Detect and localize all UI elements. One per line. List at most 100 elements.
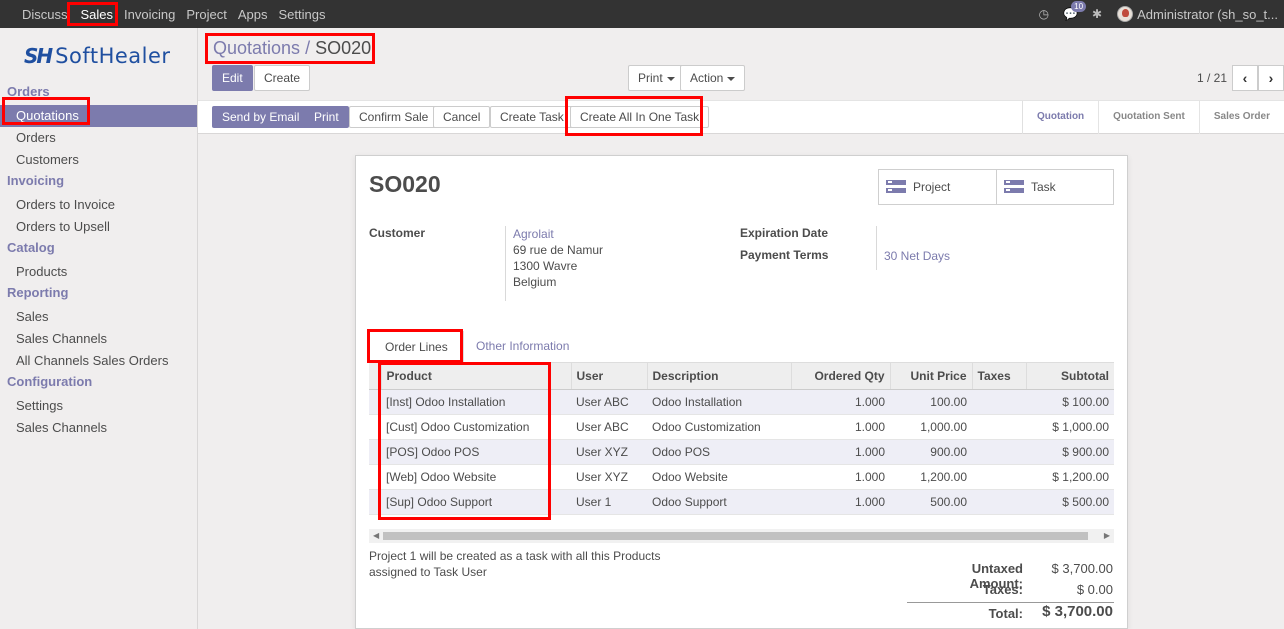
pager-next-button[interactable]: › xyxy=(1258,65,1284,91)
print-dropdown[interactable]: Print xyxy=(628,65,685,91)
scroll-left-icon[interactable]: ◀ xyxy=(373,529,379,543)
cell-description: Odoo POS xyxy=(647,439,791,465)
systray: ◷ 💬 10 ✱ Administrator (sh_so_t... xyxy=(1032,0,1284,28)
cell-taxes xyxy=(972,439,1026,465)
sidebar-item-settings[interactable]: Settings xyxy=(0,395,197,417)
user-menu[interactable]: Administrator (sh_so_t... xyxy=(1137,7,1284,22)
tab-other-information[interactable]: Other Information xyxy=(461,331,584,363)
create-task-button[interactable]: Create Task xyxy=(490,106,574,128)
sidebar: SH SoftHealer Orders Quotations Orders C… xyxy=(0,28,198,629)
sidebar-section-catalog: Catalog xyxy=(7,240,55,255)
horizontal-scrollbar[interactable]: ◀ ▶ xyxy=(369,529,1114,543)
row-handle xyxy=(369,389,381,415)
sidebar-item-quotations[interactable]: Quotations xyxy=(0,105,197,127)
untaxed-amount-value: $ 3,700.00 xyxy=(1051,561,1113,576)
edit-button[interactable]: Edit xyxy=(212,65,253,91)
task-icon xyxy=(1004,180,1024,194)
table-row[interactable]: [Sup] Odoo Support User 1 Odoo Support 1… xyxy=(369,489,1114,515)
cell-product: [Cust] Odoo Customization xyxy=(381,414,571,440)
stage-indicator: Quotation Quotation Sent Sales Order xyxy=(1021,101,1284,134)
cell-subtotal: $ 100.00 xyxy=(1026,389,1114,415)
confirm-sale-button[interactable]: Confirm Sale xyxy=(349,106,439,128)
sidebar-item-products[interactable]: Products xyxy=(0,261,197,283)
company-logo: SH SoftHealer xyxy=(24,43,171,69)
menu-invoicing[interactable]: Invoicing xyxy=(119,7,181,22)
cell-unit-price: 1,200.00 xyxy=(890,464,972,490)
avatar[interactable] xyxy=(1117,6,1134,22)
field-divider xyxy=(876,226,877,270)
cell-description: Odoo Support xyxy=(647,489,791,515)
app-menu: Discuss Sales Invoicing Project Apps Set… xyxy=(0,0,331,28)
sidebar-item-orders-to-upsell[interactable]: Orders to Upsell xyxy=(0,216,197,238)
cell-unit-price: 500.00 xyxy=(890,489,972,515)
menu-project[interactable]: Project xyxy=(181,7,232,22)
messages-icon[interactable]: 💬 10 xyxy=(1063,1,1087,21)
table-row[interactable]: [Inst] Odoo Installation User ABC Odoo I… xyxy=(369,389,1114,415)
cell-unit-price: 1,000.00 xyxy=(890,414,972,440)
activity-clock-icon[interactable]: ◷ xyxy=(1039,7,1049,21)
cell-user: User 1 xyxy=(571,489,647,515)
stage-sales-order[interactable]: Sales Order xyxy=(1198,101,1284,134)
column-description[interactable]: Description xyxy=(646,363,791,390)
cell-qty: 1.000 xyxy=(791,464,890,490)
send-by-email-button[interactable]: Send by Email xyxy=(212,106,310,128)
stage-quotation-sent[interactable]: Quotation Sent xyxy=(1098,101,1199,134)
sidebar-item-sales[interactable]: Sales xyxy=(0,306,197,328)
menu-apps[interactable]: Apps xyxy=(233,7,274,22)
scroll-thumb[interactable] xyxy=(383,532,1088,540)
sidebar-item-orders[interactable]: Orders xyxy=(0,127,197,149)
sidebar-item-config-sales-channels[interactable]: Sales Channels xyxy=(0,417,197,439)
breadcrumb-quotations[interactable]: Quotations xyxy=(213,38,300,58)
create-button[interactable]: Create xyxy=(254,65,311,91)
menu-settings[interactable]: Settings xyxy=(273,7,331,22)
table-row[interactable]: [Web] Odoo Website User XYZ Odoo Website… xyxy=(369,464,1114,490)
print-button[interactable]: Print xyxy=(304,106,349,128)
scroll-right-icon[interactable]: ▶ xyxy=(1104,529,1110,543)
stage-quotation[interactable]: Quotation xyxy=(1023,101,1098,134)
column-user[interactable]: User xyxy=(570,363,647,390)
column-ordered-qty[interactable]: Ordered Qty xyxy=(790,363,890,390)
cell-qty: 1.000 xyxy=(791,414,890,440)
menu-discuss[interactable]: Discuss xyxy=(0,7,76,22)
sidebar-item-customers[interactable]: Customers xyxy=(0,149,197,171)
action-dropdown[interactable]: Action xyxy=(680,65,746,91)
cell-subtotal: $ 900.00 xyxy=(1026,439,1114,465)
sidebar-nav: Orders Quotations Orders Customers Invoi… xyxy=(0,82,197,439)
cell-user: User ABC xyxy=(571,389,647,415)
create-all-in-one-task-button[interactable]: Create All In One Task xyxy=(570,106,710,128)
row-handle xyxy=(369,439,381,465)
row-handle xyxy=(369,414,381,440)
cell-qty: 1.000 xyxy=(791,489,890,515)
cell-unit-price: 100.00 xyxy=(890,389,972,415)
menu-sales[interactable]: Sales xyxy=(76,7,120,22)
column-subtotal[interactable]: Subtotal xyxy=(1025,363,1114,390)
column-unit-price[interactable]: Unit Price xyxy=(889,363,972,390)
cell-user: User XYZ xyxy=(571,439,647,465)
sidebar-section-invoicing: Invoicing xyxy=(7,173,65,188)
column-product[interactable]: Product xyxy=(380,363,571,390)
notebook-tabs: Order Lines Other Information xyxy=(369,331,1114,363)
breadcrumb-separator: / xyxy=(305,38,311,58)
cancel-button[interactable]: Cancel xyxy=(433,106,491,128)
payment-terms-value[interactable]: 30 Net Days xyxy=(884,248,950,264)
debug-bug-icon[interactable]: ✱ xyxy=(1092,7,1102,21)
column-taxes[interactable]: Taxes xyxy=(971,363,1026,390)
table-row[interactable]: [Cust] Odoo Customization User ABC Odoo … xyxy=(369,414,1114,440)
total-value: $ 3,700.00 xyxy=(1042,603,1113,620)
handle-column xyxy=(369,363,381,390)
sidebar-item-all-channels-sales-orders[interactable]: All Channels Sales Orders xyxy=(0,350,197,372)
project-smart-button[interactable]: Project xyxy=(878,169,997,205)
customer-link[interactable]: Agrolait xyxy=(513,226,554,242)
tab-order-lines[interactable]: Order Lines xyxy=(369,331,464,363)
project-smart-label: Project xyxy=(913,180,951,194)
pager-previous-button[interactable]: ‹ xyxy=(1232,65,1258,91)
breadcrumb: Quotations / SO020 xyxy=(213,38,371,59)
table-row[interactable]: [POS] Odoo POS User XYZ Odoo POS 1.000 9… xyxy=(369,439,1114,465)
task-smart-button[interactable]: Task xyxy=(996,169,1114,205)
sidebar-section-orders: Orders xyxy=(7,84,50,99)
customer-label: Customer xyxy=(369,226,426,240)
sidebar-item-sales-channels[interactable]: Sales Channels xyxy=(0,328,197,350)
sidebar-item-orders-to-invoice[interactable]: Orders to Invoice xyxy=(0,194,197,216)
cell-subtotal: $ 1,200.00 xyxy=(1026,464,1114,490)
cell-subtotal: $ 500.00 xyxy=(1026,489,1114,515)
